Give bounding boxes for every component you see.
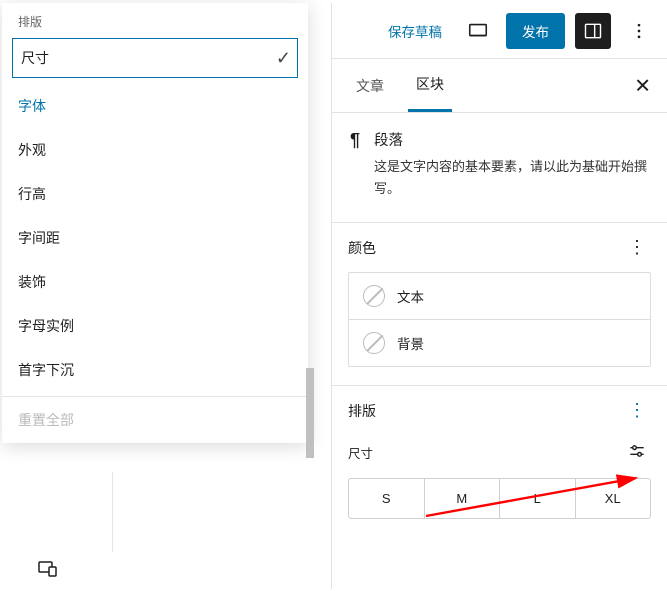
color-rows: 文本 背景: [348, 272, 651, 367]
option-letter-case[interactable]: 字母实例: [2, 304, 308, 348]
sidebar-tabs: 文章 区块 ✕: [332, 59, 667, 113]
option-label: 字母实例: [18, 316, 74, 336]
option-drop-cap[interactable]: 首字下沉: [2, 348, 308, 392]
close-icon[interactable]: ✕: [630, 69, 655, 102]
preview-button[interactable]: [460, 13, 496, 49]
option-label: 字间距: [18, 228, 60, 248]
option-label: 首字下沉: [18, 360, 74, 380]
option-font[interactable]: 字体: [2, 84, 308, 128]
block-name: 段落: [374, 129, 649, 150]
color-section: 颜色 ⋮ 文本 背景: [332, 223, 667, 386]
typography-more-icon[interactable]: ⋮: [622, 400, 651, 421]
size-xl[interactable]: XL: [575, 479, 651, 518]
color-more-icon[interactable]: ⋮: [622, 237, 651, 258]
more-options-button[interactable]: [621, 13, 657, 49]
settings-sidebar: 保存草稿 发布 文章 区块 ✕ ¶ 段落 这是文字内容的基本要素，请以此为基础开…: [331, 3, 667, 589]
editor-topbar: 保存草稿 发布: [332, 3, 667, 59]
color-label: 文本: [397, 286, 424, 306]
dropdown-title: 排版: [2, 3, 308, 32]
option-label: 尺寸: [21, 48, 49, 68]
block-hint: 这是文字内容的基本要素，请以此为基础开始撰写。: [374, 156, 649, 200]
decorative-line: [112, 472, 113, 552]
tab-block[interactable]: 区块: [408, 59, 452, 112]
scrollbar-thumb[interactable]: [306, 368, 314, 458]
block-description: ¶ 段落 这是文字内容的基本要素，请以此为基础开始撰写。: [332, 113, 667, 223]
scrollbar[interactable]: [306, 83, 314, 468]
option-size[interactable]: 尺寸 ✓: [12, 38, 298, 78]
color-label: 背景: [397, 333, 424, 353]
size-l[interactable]: L: [499, 479, 575, 518]
reset-all[interactable]: 重置全部: [2, 397, 308, 443]
option-label: 装饰: [18, 272, 46, 292]
block-text: 段落 这是文字内容的基本要素，请以此为基础开始撰写。: [374, 129, 649, 200]
color-section-title: 颜色: [348, 238, 376, 258]
option-label: 外观: [18, 140, 46, 160]
option-decoration[interactable]: 装饰: [2, 260, 308, 304]
none-icon: [363, 332, 385, 354]
publish-button[interactable]: 发布: [506, 13, 565, 49]
size-s[interactable]: S: [349, 479, 424, 518]
option-appearance[interactable]: 外观: [2, 128, 308, 172]
responsive-icon[interactable]: [36, 557, 60, 584]
size-label: 尺寸: [348, 443, 373, 462]
size-button-group: S M L XL: [348, 478, 651, 519]
check-icon: ✓: [276, 48, 291, 69]
option-letter-spacing[interactable]: 字间距: [2, 216, 308, 260]
tab-post[interactable]: 文章: [348, 59, 392, 112]
background-color-row[interactable]: 背景: [349, 319, 650, 366]
option-line-height[interactable]: 行高: [2, 172, 308, 216]
paragraph-icon: ¶: [350, 129, 360, 200]
option-label: 行高: [18, 184, 46, 204]
save-draft-button[interactable]: 保存草稿: [380, 15, 450, 47]
typography-section: 排版 ⋮ 尺寸 S M L XL: [332, 386, 667, 537]
none-icon: [363, 285, 385, 307]
typography-section-title: 排版: [348, 401, 376, 421]
custom-size-icon[interactable]: [623, 437, 651, 468]
typography-options-dropdown: 排版 尺寸 ✓ 字体 外观 行高 字间距 装饰 字母实例 首字下沉 重置全部: [2, 3, 308, 443]
size-m[interactable]: M: [424, 479, 500, 518]
settings-toggle-button[interactable]: [575, 13, 611, 49]
option-label: 字体: [18, 96, 46, 116]
text-color-row[interactable]: 文本: [349, 273, 650, 319]
